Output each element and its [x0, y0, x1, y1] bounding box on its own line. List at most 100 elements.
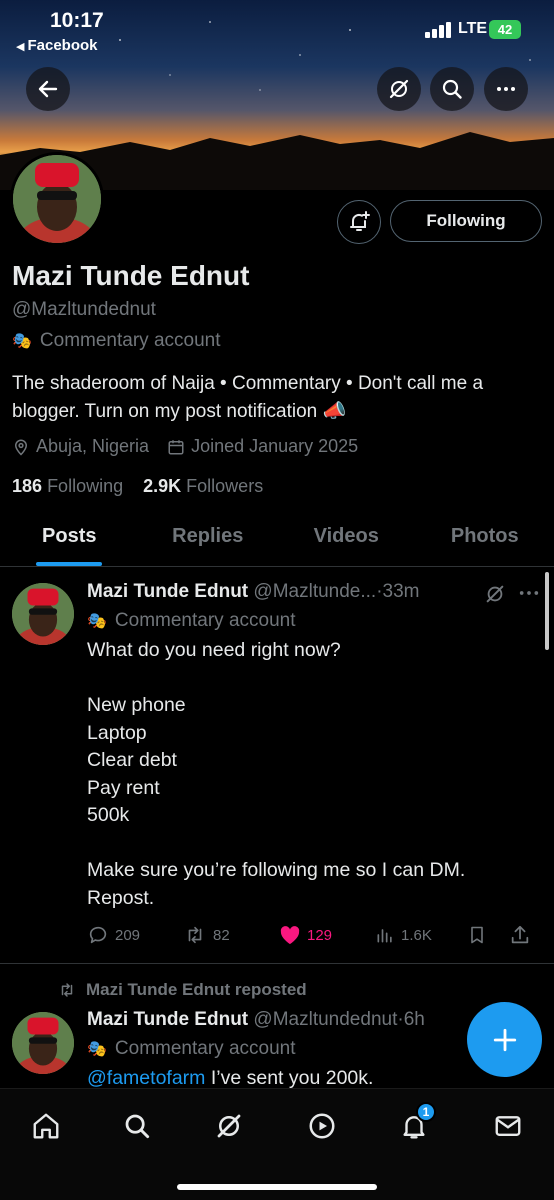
profile-label[interactable]: 🎭 Commentary account	[12, 330, 221, 352]
search-icon	[442, 79, 462, 99]
bookmark-icon	[471, 926, 483, 944]
plus-icon	[493, 1028, 516, 1051]
more-icon	[497, 87, 515, 91]
location-pin-icon	[14, 439, 28, 456]
post-actions: 209 82 129 1.6K	[87, 922, 547, 948]
post-avatar[interactable]	[12, 1012, 74, 1074]
calendar-icon	[168, 439, 184, 454]
followers-count: 2.9K	[143, 476, 182, 496]
profile-avatar[interactable]	[10, 152, 104, 246]
repost-context[interactable]: Mazi Tunde Ednut reposted	[56, 980, 307, 1000]
theater-mask-icon: 🎭	[12, 333, 32, 350]
status-bar: 10:17 ◀ Facebook LTE 42	[0, 0, 554, 60]
more-button[interactable]	[484, 67, 528, 111]
post-author-label-text: Commentary account	[114, 1038, 296, 1059]
notification-badge: 1	[416, 1102, 436, 1122]
repost-icon	[61, 983, 73, 997]
nav-grok[interactable]	[209, 1106, 249, 1146]
grok-icon[interactable]	[484, 583, 506, 605]
profile-joined: Joined January 2025	[191, 436, 359, 456]
avatar-image	[12, 1012, 74, 1074]
tab-videos[interactable]: Videos	[277, 510, 416, 566]
mail-icon	[495, 1116, 521, 1136]
like-button[interactable]: 129	[279, 925, 375, 945]
profile-label-text: Commentary account	[39, 330, 221, 351]
views-button[interactable]: 1.6K	[375, 925, 467, 945]
back-app-label: Facebook	[27, 37, 98, 54]
profile-display-name: Mazi Tunde Ednut	[12, 260, 250, 291]
reply-button[interactable]: 209	[87, 924, 183, 946]
search-icon	[125, 1114, 150, 1139]
views-count: 1.6K	[401, 926, 432, 944]
followers-link[interactable]: 2.9K Followers	[143, 476, 263, 496]
post-avatar[interactable]	[12, 583, 74, 645]
signal-icon	[425, 22, 451, 38]
post-author-name: Mazi Tunde Ednut	[87, 1009, 249, 1030]
grok-icon	[389, 79, 409, 99]
home-indicator[interactable]	[177, 1184, 377, 1190]
tab-videos-label: Videos	[313, 525, 379, 547]
following-link[interactable]: 186 Following	[12, 476, 123, 496]
profile-bio: The shaderoom of Naija • Commentary • Do…	[12, 373, 484, 422]
scrollbar[interactable]	[545, 572, 549, 650]
avatar-image	[13, 155, 101, 243]
nav-notifications[interactable]: 1	[394, 1102, 436, 1146]
tab-posts[interactable]: Posts	[0, 510, 139, 566]
nav-messages[interactable]	[488, 1106, 528, 1146]
post-text-body: I’ve sent you 200k.	[205, 1067, 374, 1089]
tab-replies[interactable]: Replies	[139, 510, 278, 566]
grok-icon	[217, 1114, 241, 1138]
post-header[interactable]: Mazi Tunde Ednut @Mazltundednut·6h	[87, 1009, 425, 1031]
compose-button[interactable]	[467, 1002, 542, 1077]
post-text: What do you need right now? New phone La…	[87, 639, 466, 909]
post-time: 6h	[403, 1009, 425, 1030]
tab-replies-label: Replies	[172, 525, 244, 547]
mention-link[interactable]: @fametofarm	[87, 1067, 205, 1089]
arrow-left-icon	[38, 80, 58, 98]
post-author-handle: @Mazltundednut	[253, 1009, 398, 1030]
reply-icon	[89, 926, 107, 944]
bookmark-button[interactable]	[467, 924, 509, 946]
repost-count: 82	[213, 926, 230, 944]
tab-photos-label: Photos	[450, 525, 519, 547]
status-time: 10:17	[50, 9, 104, 32]
nav-home[interactable]	[26, 1106, 66, 1146]
repost-context-text: Mazi Tunde Ednut reposted	[86, 980, 307, 999]
profile-tabs: Posts Replies Videos Photos	[0, 510, 554, 567]
views-icon	[377, 929, 392, 943]
post-time: 33m	[382, 581, 420, 602]
notify-button[interactable]	[337, 200, 381, 244]
grok-button[interactable]	[377, 67, 421, 111]
heart-filled-icon	[280, 926, 300, 945]
theater-mask-icon: 🎭	[87, 613, 107, 630]
reply-count: 209	[115, 926, 141, 944]
post-header[interactable]: Mazi Tunde Ednut @Mazltunde...·33m	[87, 581, 420, 603]
like-count: 129	[307, 926, 333, 944]
avatar-image	[12, 583, 74, 645]
back-to-app-link[interactable]: ◀ Facebook	[16, 37, 98, 54]
back-button[interactable]	[26, 67, 70, 111]
post-author-label-text: Commentary account	[114, 610, 296, 631]
following-button[interactable]: Following	[390, 200, 542, 242]
theater-mask-icon: 🎭	[87, 1041, 107, 1058]
share-button[interactable]	[509, 924, 531, 946]
followers-label: Followers	[186, 476, 264, 496]
post-divider	[0, 963, 554, 964]
post-author-name: Mazi Tunde Ednut	[87, 581, 249, 602]
post-more-icon[interactable]	[518, 586, 540, 600]
tab-photos[interactable]: Photos	[416, 510, 554, 566]
post-author-label: 🎭 Commentary account	[87, 610, 296, 632]
profile-meta: Abuja, Nigeria Joined January 2025	[12, 436, 376, 457]
repost-button[interactable]: 82	[183, 924, 279, 946]
post-author-label: 🎭 Commentary account	[87, 1038, 296, 1060]
search-button[interactable]	[430, 67, 474, 111]
profile-location: Abuja, Nigeria	[36, 436, 150, 456]
profile-handle: @Mazltundednut	[12, 299, 156, 320]
nav-video[interactable]	[302, 1106, 342, 1146]
following-count: 186	[12, 476, 43, 496]
tab-posts-label: Posts	[42, 525, 97, 547]
network-type: LTE	[458, 20, 488, 37]
bell-plus-icon	[350, 211, 370, 231]
nav-search[interactable]	[117, 1106, 157, 1146]
battery-indicator: 42	[489, 20, 521, 39]
